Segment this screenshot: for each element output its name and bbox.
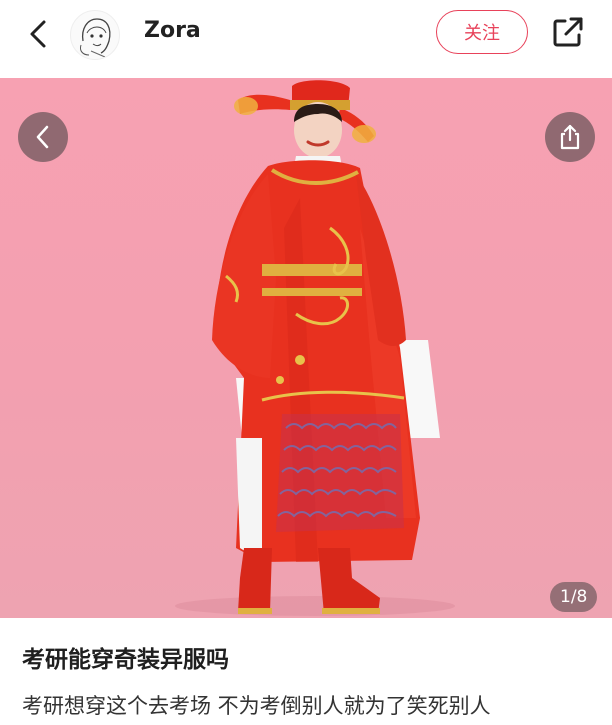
costume-photo (175, 80, 455, 616)
post-body: 考研想穿这个去考场 不为考倒别人就为了笑死别人 (22, 694, 491, 718)
image-prev-button[interactable] (18, 112, 68, 162)
top-bar: Zora 关注 (0, 0, 612, 78)
share-icon (553, 17, 583, 47)
back-button[interactable] (18, 14, 58, 54)
avatar[interactable] (70, 10, 120, 60)
image-share-button[interactable] (545, 112, 595, 162)
image-counter: 1/8 (550, 582, 598, 612)
author-name[interactable]: Zora (144, 18, 201, 43)
post-title: 考研能穿奇装异服吗 (22, 647, 229, 673)
post-image[interactable]: 1/8 (0, 78, 612, 618)
chevron-left-icon (30, 20, 46, 48)
follow-button[interactable]: 关注 (436, 10, 528, 54)
avatar-sketch-icon (80, 18, 111, 58)
chevron-left-icon (36, 125, 49, 149)
share-button[interactable] (546, 12, 590, 52)
share-icon (560, 124, 580, 150)
